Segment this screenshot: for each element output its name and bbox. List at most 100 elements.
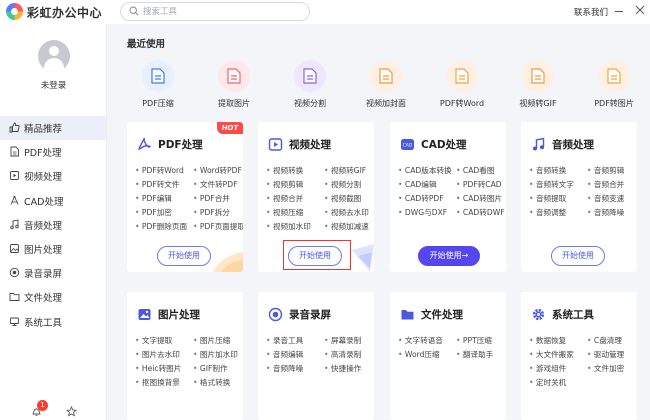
- sidebar-item-image[interactable]: 图片处理: [0, 237, 107, 261]
- feature-link[interactable]: 游戏组件: [529, 363, 587, 375]
- feature-link[interactable]: PDF加密: [135, 207, 193, 219]
- feature-link[interactable]: 抠图换背景: [135, 377, 193, 389]
- search-input[interactable]: [143, 5, 303, 18]
- feature-link[interactable]: 音频提取: [529, 193, 587, 205]
- feature-link[interactable]: 视频转GIF: [324, 165, 374, 177]
- feature-link[interactable]: C盘清理: [587, 335, 637, 347]
- feature-link[interactable]: CAD转PDF: [398, 193, 456, 205]
- sidebar-item-label: 视频处理: [24, 172, 63, 184]
- feature-link[interactable]: 视频分割: [324, 179, 374, 191]
- feature-link[interactable]: CAD编辑: [398, 179, 456, 191]
- gear-icon: [532, 308, 545, 320]
- image-icon: [138, 308, 151, 320]
- feature-link[interactable]: 音频转换: [529, 165, 587, 177]
- recent-item[interactable]: PDF转图片: [576, 58, 650, 118]
- feature-link[interactable]: Word压缩: [398, 349, 456, 361]
- recent-tool-icon: [522, 60, 554, 92]
- feature-link[interactable]: CAD看图: [456, 165, 506, 177]
- feature-link[interactable]: 音频降噪: [266, 363, 324, 375]
- feature-link[interactable]: CAD转DWF: [456, 207, 506, 219]
- feature-link[interactable]: 文字提取: [135, 335, 193, 347]
- feature-link[interactable]: 图片加水印: [193, 349, 243, 361]
- feature-link[interactable]: PDF删除页面: [135, 221, 193, 233]
- recent-item[interactable]: 视频加封面: [348, 58, 424, 118]
- feature-link[interactable]: PDF转文件: [135, 179, 193, 191]
- feature-link[interactable]: 高清录制: [324, 349, 374, 361]
- recent-tool-icon: [218, 60, 250, 92]
- sidebar-item-pdf[interactable]: PDF处理: [0, 140, 107, 164]
- sidebar-item-audio[interactable]: 音频处理: [0, 213, 107, 237]
- sidebar-item-record[interactable]: 录音录屏: [0, 261, 107, 285]
- feature-link[interactable]: 视频转换: [266, 165, 324, 177]
- feature-link[interactable]: 音频合并: [587, 179, 637, 191]
- feature-link[interactable]: 视频截图: [324, 193, 374, 205]
- start-button-audio[interactable]: 开始使用: [551, 246, 605, 266]
- feature-link[interactable]: PDF编辑: [135, 193, 193, 205]
- feature-link[interactable]: CAD转图片: [456, 193, 506, 205]
- search-icon: [129, 6, 139, 16]
- cad-icon: CAD: [401, 138, 414, 150]
- star-icon[interactable]: [66, 406, 77, 417]
- feature-link[interactable]: 音频转文字: [529, 179, 587, 191]
- recent-item[interactable]: 视频分割: [272, 58, 348, 118]
- feature-link[interactable]: 音频剪辑: [587, 165, 637, 177]
- feature-link[interactable]: CAD版本转换: [398, 165, 456, 177]
- feature-link[interactable]: 大文件搬家: [529, 349, 587, 361]
- feature-link[interactable]: 翻译助手: [456, 349, 506, 361]
- feature-link[interactable]: 文字转语音: [398, 335, 456, 347]
- feature-link[interactable]: 音频变速: [587, 193, 637, 205]
- sidebar-item-recommend[interactable]: 精品推荐: [0, 116, 107, 141]
- feature-link[interactable]: 格式转换: [193, 377, 243, 389]
- recent-item[interactable]: PDF压缩: [120, 58, 196, 118]
- recent-item[interactable]: 视频转GIF: [500, 58, 576, 118]
- avatar[interactable]: [38, 40, 70, 72]
- feature-link[interactable]: 音频降噪: [587, 207, 637, 219]
- feature-link[interactable]: 视频去水印: [324, 207, 374, 219]
- feature-link[interactable]: 音频调整: [529, 207, 587, 219]
- sidebar-item-label: 录音录屏: [24, 269, 63, 281]
- feature-link[interactable]: 图片去水印: [135, 349, 193, 361]
- feature-link[interactable]: Heic转图片: [135, 363, 193, 375]
- feature-link[interactable]: 快捷操作: [324, 363, 374, 375]
- feature-link[interactable]: 屏幕录制: [324, 335, 374, 347]
- feature-link[interactable]: 定时关机: [529, 377, 587, 389]
- recent-item[interactable]: PDF转Word: [424, 58, 500, 118]
- start-button-pdf[interactable]: 开始使用: [157, 246, 211, 266]
- close-icon[interactable]: [635, 5, 645, 15]
- feature-link[interactable]: 录音工具: [266, 335, 324, 347]
- card-title: CAD处理: [421, 138, 467, 151]
- card-record: 录音录屏 录音工具屏幕录制音频编辑高清录制音频降噪快捷操作: [258, 292, 374, 420]
- login-status[interactable]: 未登录: [0, 79, 107, 91]
- feature-link[interactable]: 视频剪辑: [266, 179, 324, 191]
- feature-link[interactable]: 文件加密: [587, 363, 637, 375]
- minimize-icon[interactable]: [615, 11, 623, 12]
- feature-link[interactable]: 驱动管理: [587, 349, 637, 361]
- recent-item-label: 视频分割: [294, 99, 326, 108]
- feature-link[interactable]: 视频加水印: [266, 221, 324, 233]
- feature-link[interactable]: GIF制作: [193, 363, 243, 375]
- search-box[interactable]: [120, 2, 310, 21]
- start-button-cad[interactable]: 开始使用→: [418, 246, 480, 266]
- feature-link[interactable]: PDF拆分: [193, 207, 243, 219]
- contact-us-link[interactable]: 联系我们: [574, 6, 608, 18]
- app-logo-icon: [6, 3, 23, 20]
- feature-link[interactable]: PDF页面提取: [193, 221, 243, 233]
- sidebar-item-system[interactable]: 系统工具: [0, 310, 107, 334]
- feature-link[interactable]: 视频压缩: [266, 207, 324, 219]
- feature-link[interactable]: 音频编辑: [266, 349, 324, 361]
- feature-link[interactable]: DWG与DXF: [398, 207, 456, 219]
- sidebar-item-video[interactable]: 视频处理: [0, 164, 107, 188]
- feature-link[interactable]: Word转PDF: [193, 165, 243, 177]
- feature-link[interactable]: PPT压缩: [456, 335, 506, 347]
- feature-link[interactable]: 视频合并: [266, 193, 324, 205]
- feature-link[interactable]: 图片压缩: [193, 335, 243, 347]
- feature-link[interactable]: PDF转CAD: [456, 179, 506, 191]
- sidebar-item-cad[interactable]: CAD处理: [0, 189, 107, 213]
- feature-link[interactable]: 视频加减速: [324, 221, 374, 233]
- feature-link[interactable]: 数据恢复: [529, 335, 587, 347]
- recent-item[interactable]: 提取图片: [196, 58, 272, 118]
- feature-link[interactable]: 文件转PDF: [193, 179, 243, 191]
- feature-link[interactable]: PDF转Word: [135, 165, 193, 177]
- sidebar-item-file[interactable]: 文件处理: [0, 285, 107, 309]
- feature-link[interactable]: PDF合并: [193, 193, 243, 205]
